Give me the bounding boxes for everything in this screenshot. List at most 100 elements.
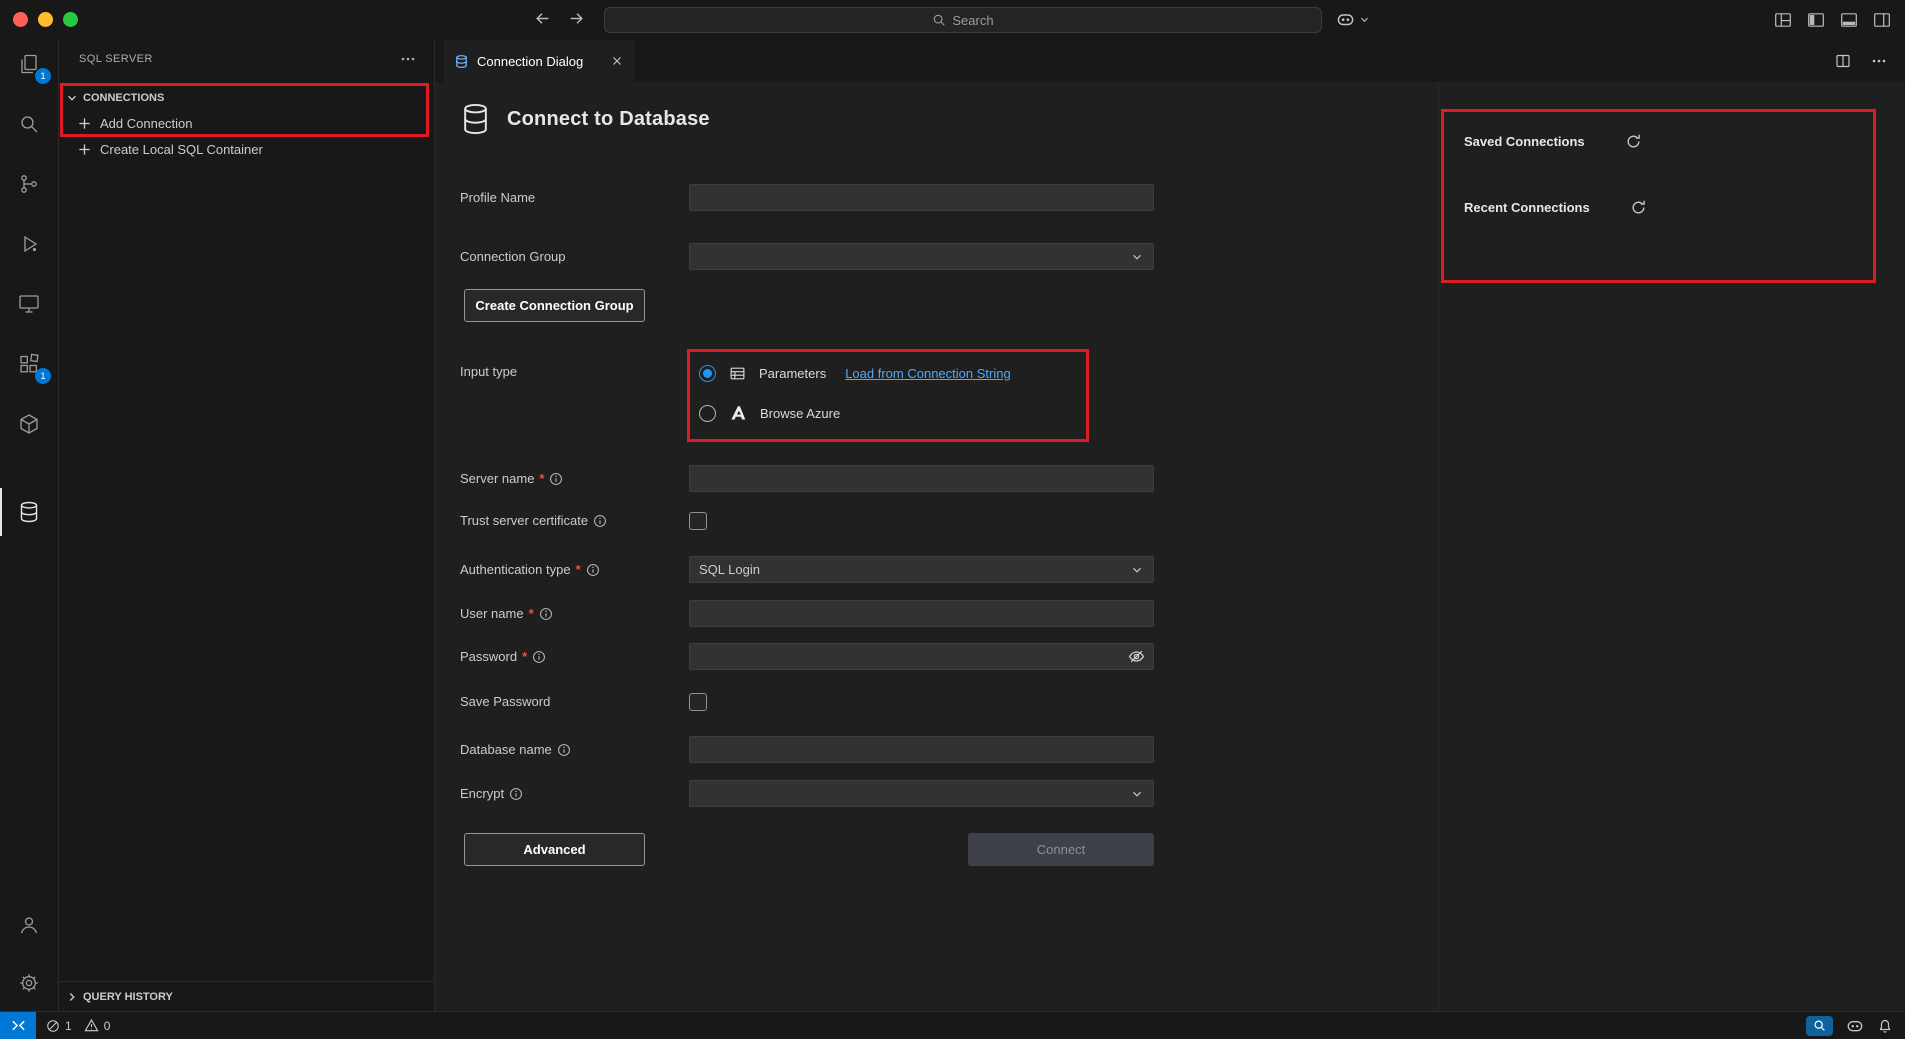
- tab-connection-dialog[interactable]: Connection Dialog: [444, 40, 634, 82]
- zoom-window-button[interactable]: [63, 12, 78, 27]
- refresh-icon[interactable]: [1625, 133, 1642, 150]
- recent-connections-section: Recent Connections: [1464, 196, 1647, 218]
- encrypt-select[interactable]: [689, 780, 1154, 807]
- load-connection-string-link[interactable]: Load from Connection String: [845, 366, 1010, 381]
- problems-status-item[interactable]: 1 0: [36, 1018, 117, 1033]
- user-name-label: User name *: [460, 606, 689, 621]
- search-icon: [932, 13, 946, 27]
- info-icon[interactable]: [549, 472, 563, 486]
- zoom-status-button[interactable]: [1806, 1016, 1833, 1036]
- extensions-badge: 1: [35, 368, 51, 384]
- trust-server-certificate-checkbox[interactable]: [689, 512, 707, 530]
- activity-item-settings[interactable]: [0, 959, 58, 1007]
- parameters-radio[interactable]: [699, 365, 716, 382]
- info-icon[interactable]: [593, 514, 607, 528]
- page-title: Connect to Database: [507, 108, 710, 131]
- chevron-down-icon: [1130, 250, 1144, 264]
- chevron-down-icon: [1359, 14, 1370, 25]
- forward-button[interactable]: [568, 10, 585, 27]
- password-row: Password *: [460, 643, 1154, 670]
- authentication-type-value: SQL Login: [699, 562, 760, 577]
- toggle-password-visibility-icon[interactable]: [1128, 648, 1145, 665]
- database-icon: [460, 102, 491, 136]
- advanced-button[interactable]: Advanced: [464, 833, 645, 866]
- activity-item-explorer[interactable]: 1: [0, 40, 58, 88]
- server-name-input[interactable]: [689, 465, 1154, 492]
- sidebar-item-create-local-sql-container[interactable]: Create Local SQL Container: [59, 136, 434, 162]
- activity-item-source-control[interactable]: [0, 160, 58, 208]
- activity-bar: 1 1: [0, 40, 59, 1011]
- activity-item-remote-explorer[interactable]: [0, 280, 58, 328]
- split-editor-icon[interactable]: [1835, 53, 1851, 69]
- minimize-window-button[interactable]: [38, 12, 53, 27]
- user-name-input[interactable]: [689, 600, 1154, 627]
- saved-connections-label: Saved Connections: [1464, 134, 1585, 149]
- database-name-label: Database name: [460, 742, 689, 757]
- server-name-row: Server name *: [460, 465, 1154, 492]
- info-icon[interactable]: [557, 743, 571, 757]
- profile-name-input[interactable]: [689, 184, 1154, 211]
- query-history-section-label: QUERY HISTORY: [83, 991, 173, 1003]
- copilot-status-icon[interactable]: [1846, 1017, 1864, 1035]
- activity-item-containers[interactable]: [0, 400, 58, 448]
- plus-icon: [77, 116, 92, 131]
- info-icon[interactable]: [539, 607, 553, 621]
- notifications-bell-icon[interactable]: [1877, 1018, 1893, 1034]
- connection-group-label: Connection Group: [460, 249, 689, 264]
- tab-label: Connection Dialog: [477, 54, 583, 69]
- error-count: 1: [65, 1019, 72, 1033]
- required-marker: *: [529, 606, 534, 621]
- customize-layout-button[interactable]: [1774, 11, 1792, 29]
- activity-item-search[interactable]: [0, 100, 58, 148]
- copilot-icon: [1336, 10, 1355, 29]
- close-window-button[interactable]: [13, 12, 28, 27]
- status-bar: 1 0: [0, 1011, 1905, 1039]
- activity-item-extensions[interactable]: 1: [0, 340, 58, 388]
- create-connection-group-button[interactable]: Create Connection Group: [464, 289, 645, 322]
- close-tab-icon[interactable]: [610, 54, 624, 68]
- chevron-down-icon: [1130, 563, 1144, 577]
- parameters-icon: [729, 365, 746, 382]
- connections-section-header[interactable]: CONNECTIONS: [59, 86, 434, 110]
- sidebar: SQL SERVER CONNECTIONS Add Connection Cr…: [59, 40, 435, 1011]
- explorer-badge: 1: [35, 68, 51, 84]
- copilot-menu-button[interactable]: [1336, 10, 1370, 29]
- connect-button[interactable]: Connect: [968, 833, 1154, 866]
- window-controls: [13, 12, 78, 27]
- toggle-primary-sidebar-button[interactable]: [1807, 11, 1825, 29]
- info-icon[interactable]: [532, 650, 546, 664]
- command-center-search[interactable]: Search: [604, 7, 1322, 33]
- toggle-secondary-sidebar-button[interactable]: [1873, 11, 1891, 29]
- sidebar-item-label: Create Local SQL Container: [100, 142, 263, 157]
- info-icon[interactable]: [586, 563, 600, 577]
- password-field: [689, 643, 1154, 670]
- activity-item-accounts[interactable]: [0, 901, 58, 949]
- input-type-label: Input type: [460, 364, 689, 379]
- activity-item-sql-server[interactable]: [0, 488, 58, 536]
- azure-icon: [729, 404, 747, 422]
- authentication-type-select[interactable]: SQL Login: [689, 556, 1154, 583]
- chevron-down-icon: [1130, 787, 1144, 801]
- info-icon[interactable]: [509, 787, 523, 801]
- password-input[interactable]: [699, 643, 1128, 670]
- more-actions-icon[interactable]: [400, 51, 416, 67]
- toggle-panel-button[interactable]: [1840, 11, 1858, 29]
- more-actions-icon[interactable]: [1871, 53, 1887, 69]
- database-name-input[interactable]: [689, 736, 1154, 763]
- chevron-right-icon: [65, 990, 79, 1004]
- user-name-row: User name *: [460, 600, 1154, 627]
- back-button[interactable]: [534, 10, 551, 27]
- browse-azure-radio[interactable]: [699, 405, 716, 422]
- sidebar-item-add-connection[interactable]: Add Connection: [59, 110, 434, 136]
- save-password-checkbox[interactable]: [689, 693, 707, 711]
- encrypt-label: Encrypt: [460, 786, 689, 801]
- refresh-icon[interactable]: [1630, 199, 1647, 216]
- remote-indicator[interactable]: [0, 1012, 36, 1039]
- save-password-label: Save Password: [460, 694, 689, 709]
- profile-name-label: Profile Name: [460, 190, 689, 205]
- titlebar: Search: [0, 0, 1905, 40]
- browse-azure-option-row: Browse Azure: [689, 400, 1011, 426]
- connection-group-select[interactable]: [689, 243, 1154, 270]
- activity-item-run-and-debug[interactable]: [0, 220, 58, 268]
- query-history-section-header[interactable]: QUERY HISTORY: [59, 981, 434, 1011]
